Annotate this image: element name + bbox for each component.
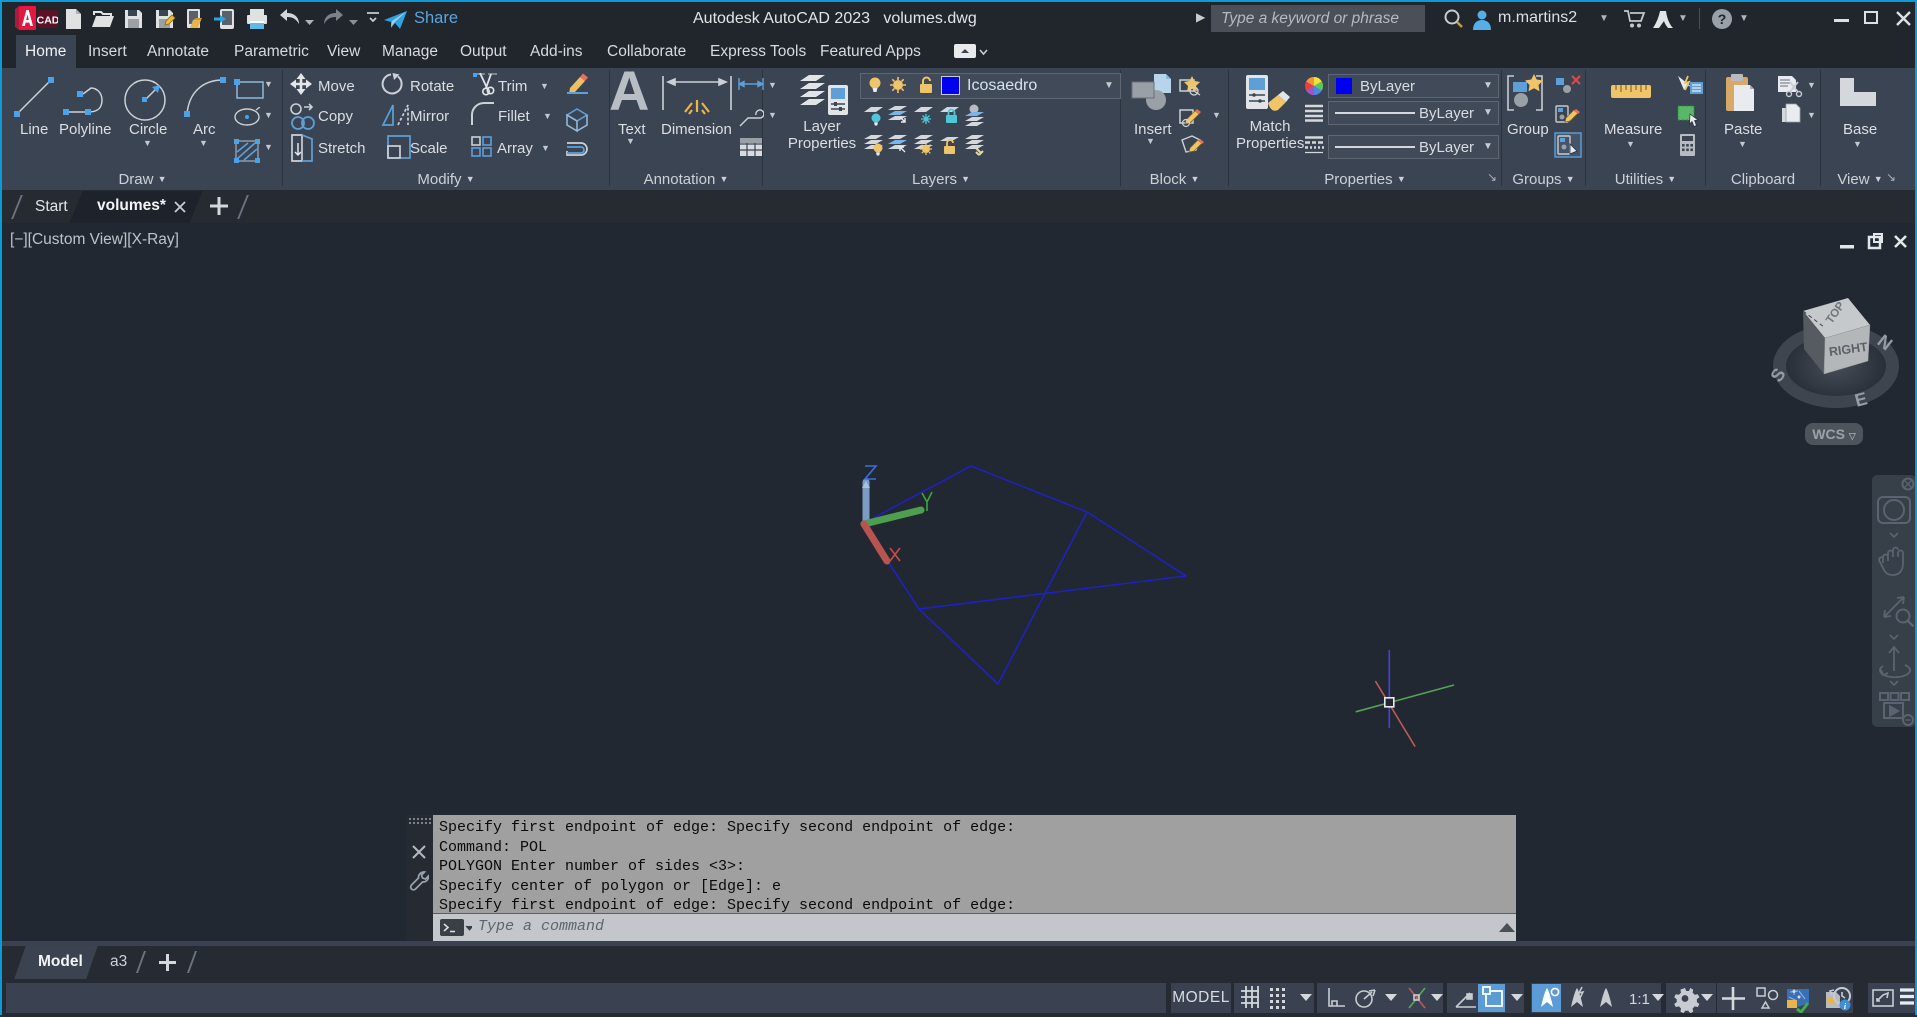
svg-text:?: ? xyxy=(1718,11,1727,27)
svg-text:CAD: CAD xyxy=(37,15,58,27)
svg-text:1:1: 1:1 xyxy=(1629,991,1650,1008)
